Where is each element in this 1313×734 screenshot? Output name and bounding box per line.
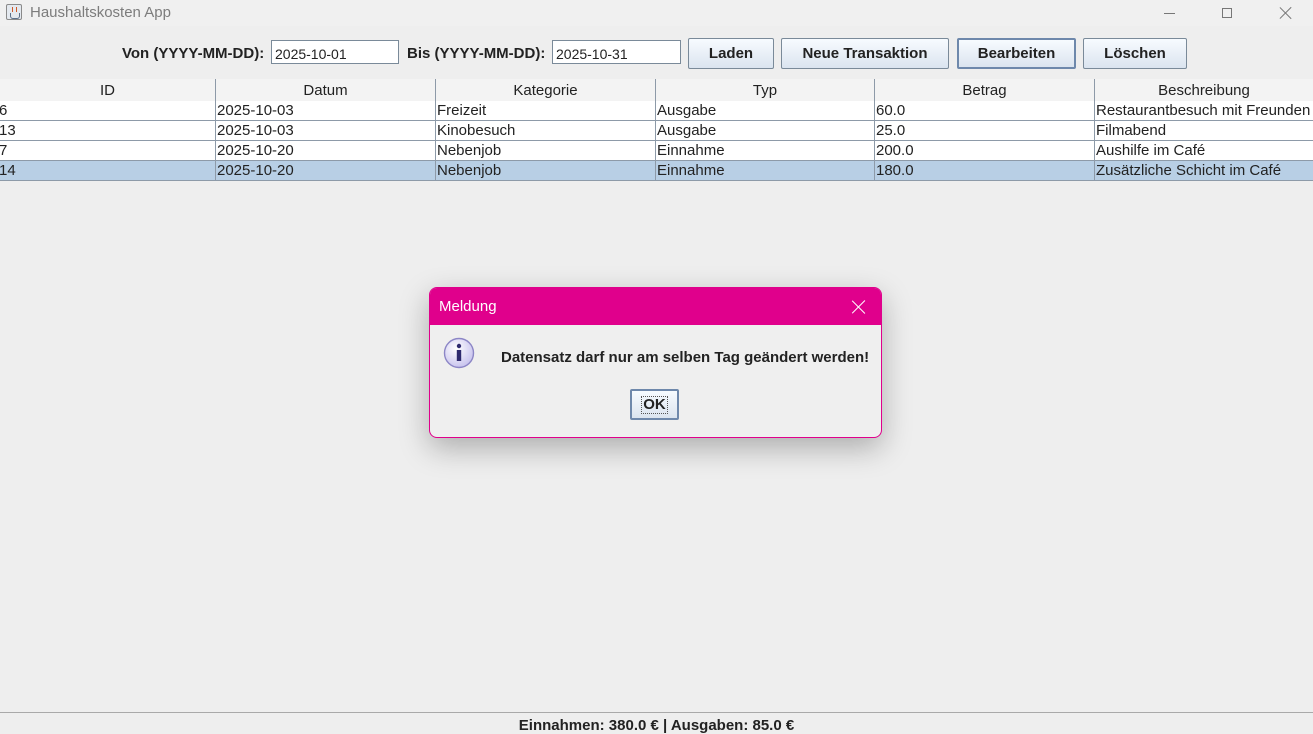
column-header-type[interactable]: Typ bbox=[656, 79, 875, 101]
table-row[interactable]: 6 2025-10-03 Freizeit Ausgabe 60.0 Resta… bbox=[0, 101, 1313, 121]
maximize-button[interactable] bbox=[1204, 0, 1250, 26]
cell-date: 2025-10-03 bbox=[216, 121, 436, 141]
cell-description: Restaurantbesuch mit Freunden bbox=[1096, 102, 1311, 119]
to-date-label: Bis (YYYY-MM-DD): bbox=[407, 45, 546, 62]
cell-description: Aushilfe im Café bbox=[1096, 142, 1206, 159]
delete-button[interactable]: Löschen bbox=[1083, 38, 1187, 69]
cell-id: 14 bbox=[0, 161, 216, 181]
cell-category: Kinobesuch bbox=[436, 121, 656, 141]
column-header-category[interactable]: Kategorie bbox=[436, 79, 656, 101]
cell-date: 2025-10-20 bbox=[216, 141, 436, 161]
dialog-title: Meldung bbox=[439, 298, 497, 315]
message-dialog: Meldung Datensatz darf nur am selben Tag… bbox=[429, 287, 882, 438]
cell-date: 2025-10-20 bbox=[216, 161, 436, 181]
cell-description: Zusätzliche Schicht im Café bbox=[1096, 162, 1282, 179]
minimize-button[interactable] bbox=[1146, 0, 1192, 26]
to-date-input[interactable] bbox=[552, 40, 681, 64]
cell-amount: 200.0 bbox=[875, 141, 1095, 161]
column-header-date[interactable]: Datum bbox=[216, 79, 436, 101]
cell-category: Nebenjob bbox=[436, 161, 656, 181]
cell-type: Einnahme bbox=[656, 161, 875, 181]
cell-description: Filmabend bbox=[1096, 122, 1167, 139]
dialog-message: Datensatz darf nur am selben Tag geänder… bbox=[501, 349, 870, 366]
cell-amount: 60.0 bbox=[875, 101, 1095, 121]
cell-amount: 25.0 bbox=[875, 121, 1095, 141]
cell-type: Einnahme bbox=[656, 141, 875, 161]
cell-category: Nebenjob bbox=[436, 141, 656, 161]
edit-button[interactable]: Bearbeiten bbox=[957, 38, 1076, 69]
close-window-button[interactable] bbox=[1263, 0, 1309, 26]
cell-type: Ausgabe bbox=[656, 101, 875, 121]
cell-id: 6 bbox=[0, 101, 216, 121]
from-date-input[interactable] bbox=[271, 40, 399, 64]
dialog-title-bar: Meldung bbox=[430, 288, 881, 325]
cell-id: 7 bbox=[0, 141, 216, 161]
close-icon bbox=[1279, 6, 1293, 20]
cell-type: Ausgabe bbox=[656, 121, 875, 141]
table-row-selected[interactable]: 14 2025-10-20 Nebenjob Einnahme 180.0 Zu… bbox=[0, 161, 1313, 181]
java-app-icon bbox=[6, 4, 22, 20]
window-title: Haushaltskosten App bbox=[30, 4, 171, 21]
new-transaction-button[interactable]: Neue Transaktion bbox=[781, 38, 949, 69]
table-row[interactable]: 7 2025-10-20 Nebenjob Einnahme 200.0 Aus… bbox=[0, 141, 1313, 161]
column-header-amount[interactable]: Betrag bbox=[875, 79, 1095, 101]
cell-amount: 180.0 bbox=[875, 161, 1095, 181]
minimize-icon bbox=[1163, 12, 1175, 14]
table-row[interactable]: 13 2025-10-03 Kinobesuch Ausgabe 25.0 Fi… bbox=[0, 121, 1313, 141]
column-header-description[interactable]: Beschreibung bbox=[1095, 79, 1313, 101]
load-button[interactable]: Laden bbox=[688, 38, 774, 69]
summary-status-bar: Einnahmen: 380.0 € | Ausgaben: 85.0 € bbox=[0, 712, 1313, 734]
column-header-id[interactable]: ID bbox=[0, 79, 216, 101]
title-bar: Haushaltskosten App bbox=[0, 0, 1313, 26]
from-date-label: Von (YYYY-MM-DD): bbox=[122, 45, 265, 62]
cell-date: 2025-10-03 bbox=[216, 101, 436, 121]
ok-button[interactable]: OK bbox=[630, 389, 679, 420]
cell-category: Freizeit bbox=[436, 101, 656, 121]
dialog-close-icon[interactable] bbox=[851, 299, 867, 315]
info-icon bbox=[443, 337, 475, 369]
ok-button-label: OK bbox=[641, 395, 668, 414]
maximize-icon bbox=[1222, 8, 1232, 18]
table-header: ID Datum Kategorie Typ Betrag Beschreibu… bbox=[0, 79, 1313, 102]
cell-id: 13 bbox=[0, 121, 216, 141]
